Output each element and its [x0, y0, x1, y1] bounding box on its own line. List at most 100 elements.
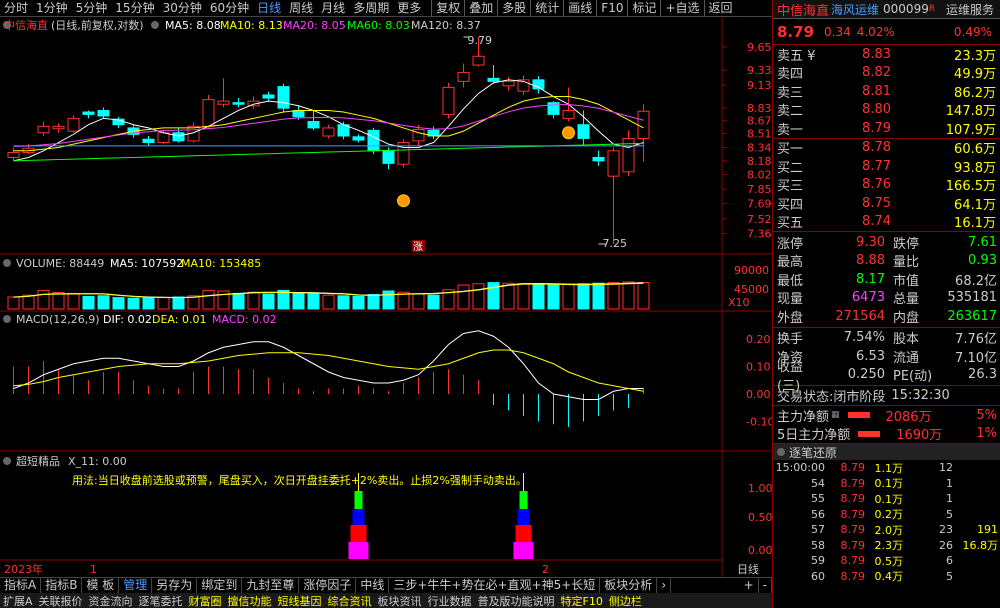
tick-x: 16.8万: [962, 539, 999, 553]
period-tab[interactable]: 15分钟: [111, 0, 158, 16]
order-price: 8.77: [862, 158, 891, 174]
chart-area[interactable]: 中信海直 (日线,前复权,对数) MA5: 8.08 MA10: 8.13 MA…: [0, 17, 774, 577]
status-item[interactable]: 侧边栏: [606, 593, 645, 608]
order-label: 买二: [777, 160, 804, 176]
action-overlay[interactable]: 叠加: [464, 0, 497, 16]
tick-n: 12: [939, 461, 953, 475]
zoom-out-button[interactable]: -: [759, 578, 772, 593]
stat-label: 涨停: [777, 236, 804, 252]
stat-row: 涨停 9.30 跌停 7.61: [773, 233, 1000, 252]
indicator-tab[interactable]: 绑定到: [197, 578, 243, 593]
chart-canvas[interactable]: 中信海直 (日线,前复权,对数) MA5: 8.08 MA10: 8.13 MA…: [0, 17, 774, 577]
collapse-icon[interactable]: [3, 259, 11, 267]
action-restore-rights[interactable]: 复权: [431, 0, 464, 16]
volume-bar: [562, 283, 575, 310]
order-price: 8.79: [862, 120, 891, 136]
period-tab-daily[interactable]: 日线: [253, 0, 285, 16]
app-window: 分时 1分钟 5分钟 15分钟 30分钟 60分钟 日线 周线 月线 多周期 更…: [0, 0, 1000, 608]
high-annotation: 9.79: [468, 34, 493, 47]
action-multi-stock[interactable]: 多股: [497, 0, 530, 16]
period-tab[interactable]: 1分钟: [32, 0, 72, 16]
quote-stats: 涨停 9.30 跌停 7.61 最高 8.88 量比 0.93 最低 8.17 市值 68.2亿 现量 6…: [773, 232, 1000, 328]
period-tab[interactable]: 分时: [0, 0, 32, 16]
period-tab[interactable]: 60分钟: [206, 0, 253, 16]
collapse-icon[interactable]: [151, 21, 159, 29]
status-item[interactable]: 财富圈: [186, 593, 225, 608]
order-label: 买四: [777, 197, 804, 213]
volume-bar: [592, 282, 605, 310]
candle-body: [37, 125, 50, 134]
volume-bar: [412, 293, 425, 310]
candle-body: [142, 138, 155, 144]
indicator-tab[interactable]: 三步+牛牛+势在必+直观+神5+长短: [389, 578, 601, 593]
collapse-icon[interactable]: [777, 448, 785, 456]
zoom-in-button[interactable]: +: [740, 578, 759, 593]
indicator-tab[interactable]: 指标B: [41, 578, 83, 593]
order-volume: 147.8万: [945, 104, 996, 120]
date-year: 2023年: [4, 562, 43, 576]
date-month: 2: [542, 563, 549, 576]
stat-label: 量比: [893, 255, 920, 271]
vol-axis-label: 90000: [734, 264, 769, 277]
status-item[interactable]: 普及版功能说明: [475, 593, 558, 608]
stat-value: 26.3: [968, 367, 997, 383]
action-mark[interactable]: 标记: [627, 0, 660, 16]
indicator-tab[interactable]: 中线: [356, 578, 390, 593]
indicator-tab[interactable]: 板块分析: [600, 578, 658, 593]
status-item[interactable]: 擅信功能: [225, 593, 275, 608]
indicator-tab[interactable]: 涨停因子: [299, 578, 357, 593]
status-item[interactable]: 行业数据: [425, 593, 475, 608]
trade-status-label: 交易状态:: [777, 390, 834, 405]
order-volume: 23.3万: [954, 48, 996, 64]
price-ratio: 0.49%: [953, 24, 992, 39]
status-item[interactable]: 板块资讯: [375, 593, 425, 608]
volume-bar: [622, 281, 635, 310]
status-item[interactable]: 逐笔委托: [136, 593, 186, 608]
volume-bar: [472, 283, 485, 310]
order-volume: 86.2万: [954, 85, 996, 101]
collapse-icon[interactable]: [3, 457, 11, 465]
indicator-tab[interactable]: 指标A: [0, 578, 42, 593]
order-label: 卖三: [777, 85, 804, 101]
price-tick: 8.34: [747, 141, 772, 154]
collapse-icon[interactable]: [3, 315, 11, 323]
candle-body: [67, 117, 80, 132]
action-back[interactable]: 返回: [703, 0, 737, 16]
volume-bar: [172, 296, 185, 310]
indicator-tab-manage[interactable]: 管理: [119, 578, 153, 593]
status-item[interactable]: 综合资讯: [325, 593, 375, 608]
indicator-tab[interactable]: 另存为: [152, 578, 198, 593]
candle-body: [562, 109, 575, 119]
stock-tag[interactable]: 海风运维: [831, 1, 879, 18]
indicator-tab[interactable]: 九封至尊: [242, 578, 300, 593]
status-item[interactable]: 特定F10: [558, 593, 606, 608]
stock-service[interactable]: 运维服务: [946, 1, 994, 18]
order-price: 8.81: [862, 83, 891, 99]
chevron-right-icon[interactable]: ›: [657, 578, 672, 593]
period-tab[interactable]: 周线: [285, 0, 317, 16]
volume-bar: [97, 295, 110, 310]
volume-bar: [277, 289, 290, 310]
flow-pct: 1%: [976, 426, 997, 441]
action-stats[interactable]: 统计: [530, 0, 563, 16]
status-item[interactable]: 关联报价: [36, 593, 86, 608]
period-tab[interactable]: 30分钟: [159, 0, 206, 16]
volume-bar: [337, 295, 350, 310]
flow-value: 2086万: [885, 409, 932, 425]
action-add-watchlist[interactable]: +自选: [660, 0, 703, 16]
tick-v: 0.2万: [874, 508, 904, 522]
buy-orders: 买一 8.78 60.6万 买二 8.77 93.8万 买三 8.76 166.5万 买四 8…: [773, 139, 1000, 232]
status-item[interactable]: 扩展A: [0, 593, 36, 608]
ticks-header[interactable]: 逐笔还原: [773, 443, 1000, 460]
period-tab[interactable]: 5分钟: [72, 0, 112, 16]
action-f10[interactable]: F10: [596, 0, 627, 16]
indicator-tab[interactable]: 模 板: [82, 578, 120, 593]
price-tick: 7.52: [747, 213, 772, 226]
status-item[interactable]: 资金流向: [86, 593, 136, 608]
period-tab[interactable]: 月线: [317, 0, 349, 16]
period-tab[interactable]: 多周期: [349, 0, 393, 16]
period-tab-more[interactable]: 更多: [393, 0, 425, 16]
status-item[interactable]: 短线基因: [275, 593, 325, 608]
action-draw-line[interactable]: 画线: [563, 0, 596, 16]
stat-label: 最高: [777, 255, 804, 271]
